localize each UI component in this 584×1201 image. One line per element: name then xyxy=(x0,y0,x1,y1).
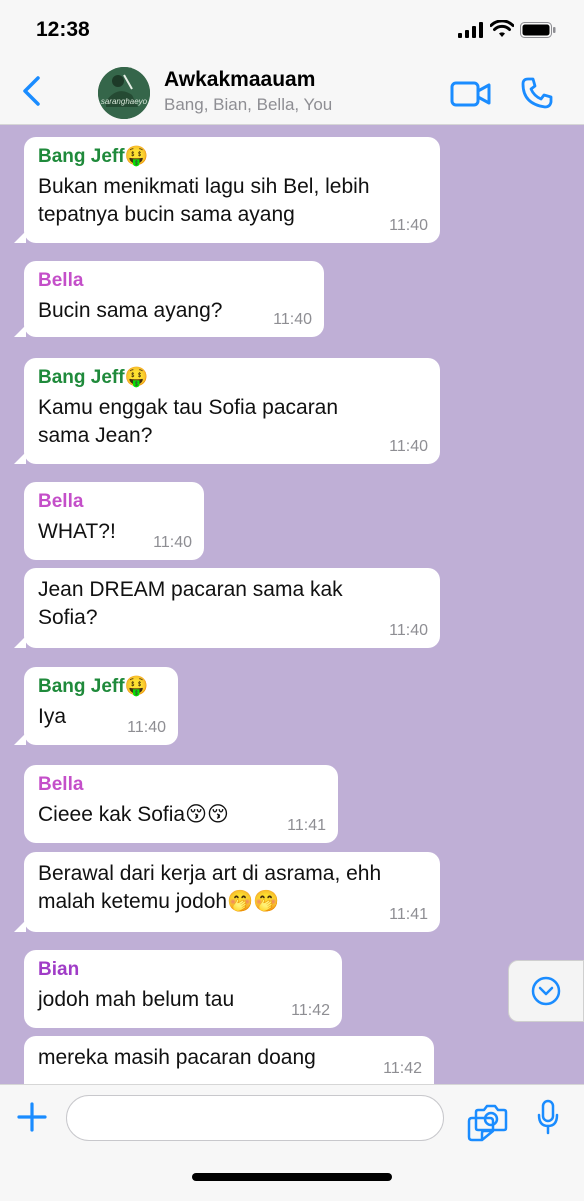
chat-title[interactable]: Awkakmaauam xyxy=(164,68,315,92)
message-time: 11:40 xyxy=(127,719,166,736)
message-text-line: Bucin sama ayang? xyxy=(38,299,223,322)
message-bubble[interactable]: Bang Jeff🤑 Iya 11:40 xyxy=(14,667,178,745)
camera-icon[interactable] xyxy=(474,1103,508,1133)
message-sender: Bella xyxy=(38,491,84,512)
message-time: 11:40 xyxy=(389,438,428,455)
message-bubble[interactable]: Jean DREAM pacaran sama kak Sofia? 11:40 xyxy=(14,568,440,648)
home-indicator xyxy=(192,1173,392,1181)
message-sender: Bella xyxy=(38,774,84,795)
scroll-to-bottom-button[interactable] xyxy=(508,960,584,1022)
message-time: 11:40 xyxy=(389,622,428,639)
message-time: 11:40 xyxy=(389,217,428,234)
message-sender: Bang Jeff🤑 xyxy=(38,676,149,697)
plus-icon[interactable] xyxy=(16,1101,48,1133)
message-text-line: Kamu enggak tau Sofia pacaran xyxy=(38,396,339,419)
message-text-line: sama Jean? xyxy=(38,424,153,447)
message-bubble[interactable]: Berawal dari kerja art di asrama, ehh ma… xyxy=(14,852,440,932)
message-text-line: malah ketemu jodoh🤭🤭 xyxy=(38,890,280,913)
message-time: 11:42 xyxy=(383,1060,422,1077)
message-input[interactable] xyxy=(66,1095,495,1142)
back-chevron-icon[interactable] xyxy=(18,74,46,108)
phone-call-icon[interactable] xyxy=(520,76,554,110)
message-text-line: mereka masih pacaran doang xyxy=(38,1046,316,1069)
message-time: 11:41 xyxy=(389,906,428,923)
message-text-line: Berawal dari kerja art di asrama, ehh xyxy=(38,862,382,885)
avatar-caption: saranghaeyo xyxy=(100,97,148,106)
message-text-line: Sofia? xyxy=(38,606,98,629)
microphone-icon[interactable] xyxy=(536,1099,560,1135)
message-bubble[interactable]: Bella WHAT?! 11:40 xyxy=(24,482,204,560)
status-bar: 12:38 xyxy=(0,0,584,60)
message-bubble[interactable]: Bang Jeff🤑 Bukan menikmati lagu sih Bel,… xyxy=(14,137,440,243)
message-sender: Bang Jeff🤑 xyxy=(38,146,149,167)
message-bubble[interactable]: Bella Cieee kak Sofia😚😚 11:41 xyxy=(24,765,338,843)
chat-participants[interactable]: Bang, Bian, Bella, You xyxy=(164,95,332,115)
status-time: 12:38 xyxy=(36,18,90,41)
message-sender: Bang Jeff🤑 xyxy=(38,367,149,388)
message-text-line: jodoh mah belum tau xyxy=(38,988,235,1011)
wifi-icon xyxy=(490,20,514,37)
chevron-down-circle-icon xyxy=(531,976,561,1006)
message-time: 11:40 xyxy=(273,311,312,328)
video-call-icon[interactable] xyxy=(450,80,492,108)
message-sender: Bella xyxy=(38,270,84,291)
message-input-bar xyxy=(0,1084,584,1201)
message-text-line: Bukan menikmati lagu sih Bel, lebih xyxy=(38,175,370,198)
chat-header: saranghaeyo Awkakmaauam Bang, Bian, Bell… xyxy=(0,60,584,125)
group-avatar[interactable]: saranghaeyo xyxy=(98,67,150,119)
message-text-line: Jean DREAM pacaran sama kak xyxy=(38,578,343,601)
chat-area[interactable]: Bang Jeff🤑 Bukan menikmati lagu sih Bel,… xyxy=(0,125,584,1084)
message-bubble[interactable]: Bang Jeff🤑 Kamu enggak tau Sofia pacaran… xyxy=(14,358,440,464)
message-time: 11:42 xyxy=(291,1002,330,1019)
battery-icon xyxy=(520,22,556,38)
message-bubble[interactable]: mereka masih pacaran doang 11:42 xyxy=(24,1036,434,1084)
message-time: 11:40 xyxy=(153,534,192,551)
message-sender: Bian xyxy=(38,959,80,980)
message-bubble[interactable]: Bian jodoh mah belum tau 11:42 xyxy=(24,950,342,1028)
message-bubble[interactable]: Bella Bucin sama ayang? 11:40 xyxy=(14,261,324,337)
message-time: 11:41 xyxy=(287,817,326,834)
avatar-image xyxy=(98,67,150,119)
signal-icon xyxy=(458,22,483,38)
message-text-line: tepatnya bucin sama ayang xyxy=(38,203,295,226)
message-text-line: Cieee kak Sofia😚😚 xyxy=(38,803,229,826)
